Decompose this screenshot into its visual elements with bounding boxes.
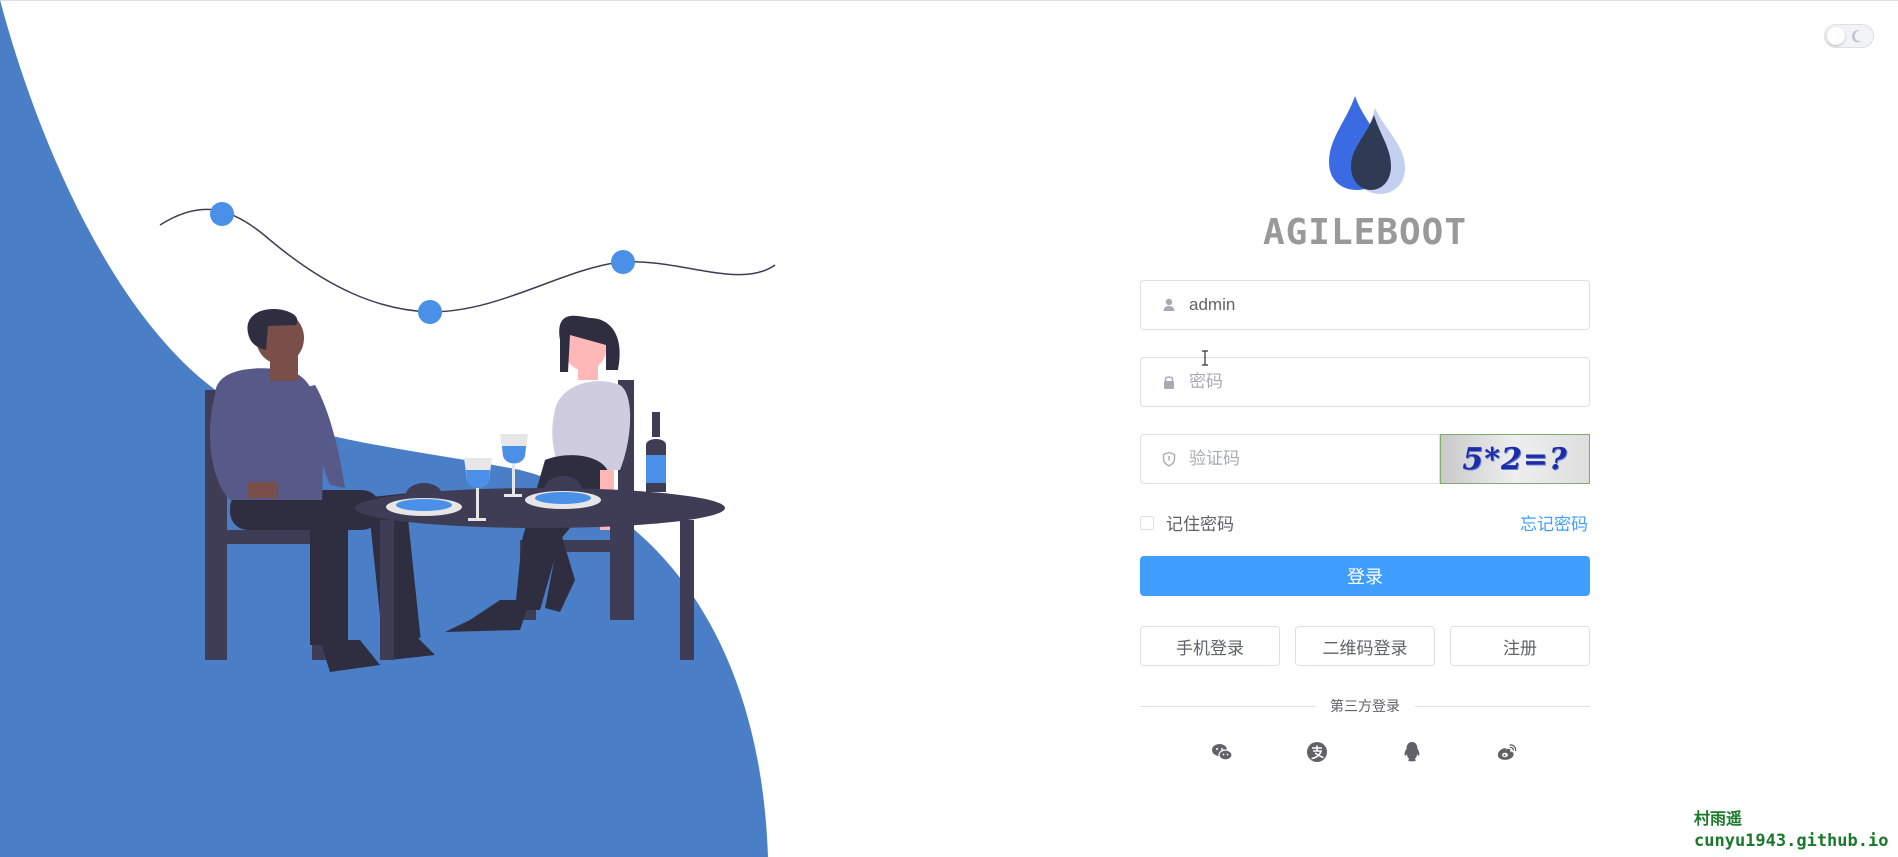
watermark: 村雨遥 cunyu1943.github.io <box>1694 808 1894 852</box>
remember-password[interactable]: 记住密码 <box>1140 510 1234 535</box>
moon-icon <box>1852 30 1862 43</box>
theme-toggle[interactable] <box>1824 24 1874 48</box>
forgot-password-link[interactable]: 忘记密码 <box>1520 510 1588 535</box>
remember-checkbox[interactable] <box>1140 515 1154 530</box>
wechat-icon[interactable] <box>1210 740 1234 764</box>
remember-label[interactable]: 记住密码 <box>1166 510 1234 535</box>
phone-login-button[interactable]: 手机登录 <box>1140 626 1280 666</box>
third-party-label: 第三方登录 <box>1315 696 1415 716</box>
text-cursor-icon <box>1202 350 1208 366</box>
watermark-author: 村雨遥 <box>1694 809 1743 828</box>
login-illustration <box>0 0 776 857</box>
register-button[interactable]: 注册 <box>1450 626 1590 666</box>
logo-drop-icon <box>1329 96 1405 194</box>
brand-title: AGILEBOOT <box>1262 212 1468 253</box>
weibo-icon[interactable] <box>1495 740 1519 764</box>
login-button[interactable]: 登录 <box>1140 556 1590 596</box>
captcha-image[interactable]: 5*2=? <box>1440 434 1590 484</box>
username-field[interactable] <box>1140 280 1590 330</box>
username-input[interactable] <box>1189 295 1549 315</box>
password-input[interactable] <box>1189 372 1549 392</box>
theme-toggle-knob <box>1827 27 1845 45</box>
captcha-input[interactable] <box>1189 449 1439 469</box>
watermark-url: cunyu1943.github.io <box>1694 831 1889 851</box>
alipay-icon[interactable] <box>1305 740 1329 764</box>
lock-icon <box>1164 376 1174 389</box>
qrcode-login-button[interactable]: 二维码登录 <box>1295 626 1435 666</box>
captcha-field[interactable] <box>1140 434 1440 484</box>
qq-icon[interactable] <box>1400 740 1424 764</box>
shield-icon <box>1162 451 1176 467</box>
user-icon <box>1163 298 1175 311</box>
